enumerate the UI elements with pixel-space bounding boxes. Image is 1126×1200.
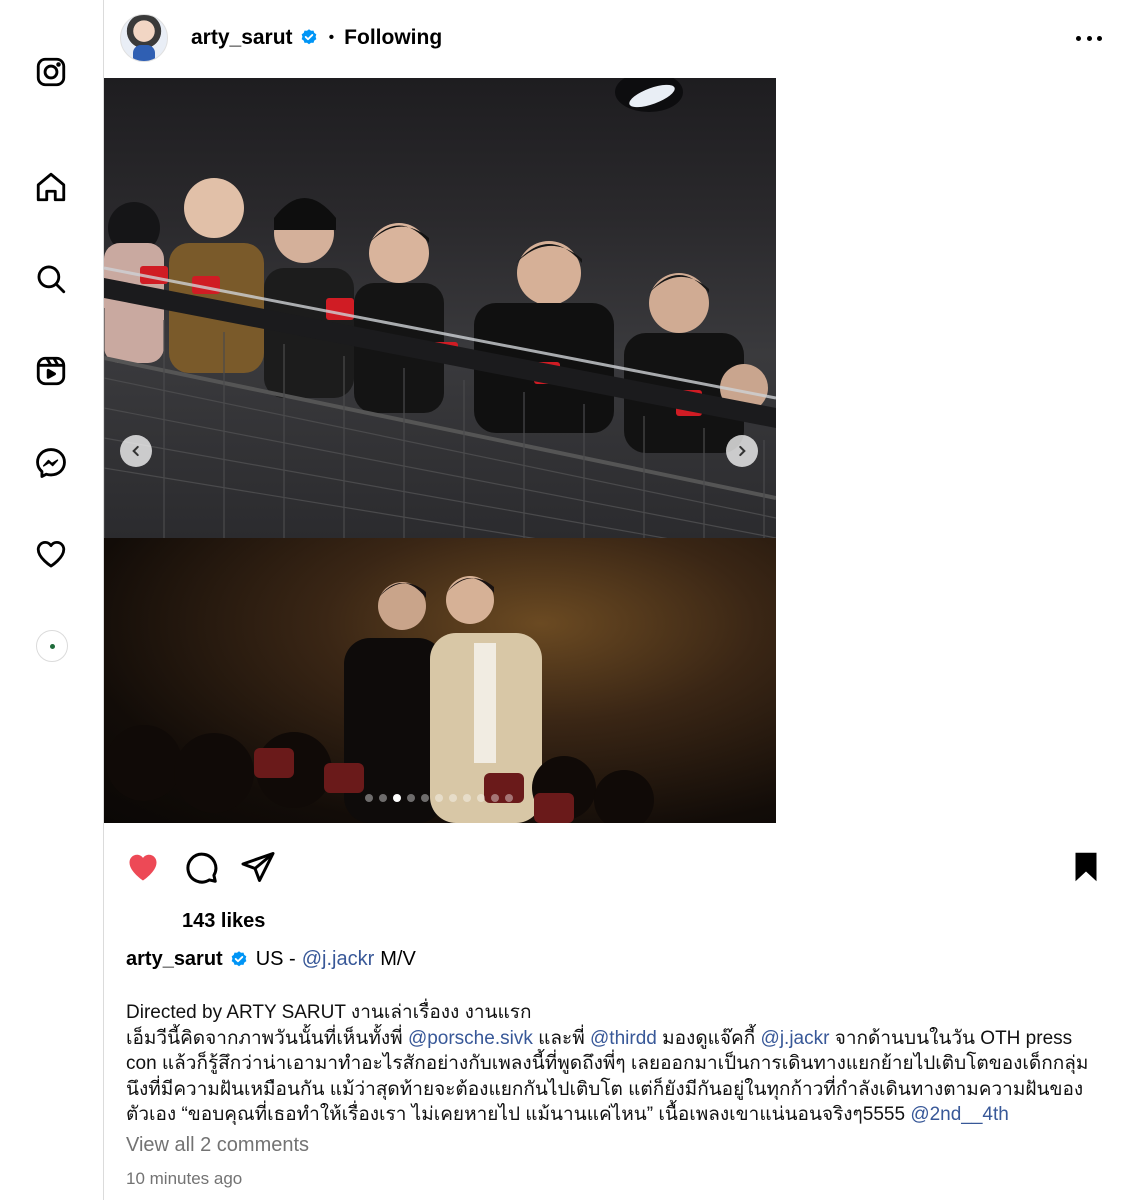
caption-verified-icon [229,950,249,970]
more-options-icon[interactable] [1076,26,1102,50]
caption-body: Directed by ARTY SARUT งานเล่าเรื่องง งา… [126,1000,1106,1128]
verified-icon [299,28,319,48]
mention-thirdd[interactable]: @thirdd [590,1028,657,1049]
carousel-dot [449,794,457,802]
mention-2nd4th[interactable]: @2nd__4th [910,1104,1009,1125]
profile-avatar-dot [49,643,55,649]
caption-header: arty_sarut US - @j.jackr M/V [126,948,416,971]
carousel-prev-button[interactable] [120,435,152,467]
caption-body-line1: Directed by ARTY SARUT งานเล่าเรื่องง งา… [126,1002,532,1023]
caption-username[interactable]: arty_sarut [126,948,223,971]
instagram-icon[interactable] [33,54,69,90]
carousel-dot [435,794,443,802]
post-timestamp: 10 minutes ago [126,1169,243,1188]
carousel-next-button[interactable] [726,435,758,467]
carousel-dot [421,794,429,802]
share-icon[interactable] [239,848,277,886]
caption-body-paragraph: เอ็มวีนี้คิดจากภาพวันนั้นที่เห็นทั้งพี่ … [126,1026,1106,1128]
sidebar [0,0,104,1200]
post-media-carousel[interactable] [104,78,776,823]
carousel-dot [407,794,415,802]
caption-text: และพี่ [532,1027,591,1049]
caption-suffix: M/V [380,948,416,970]
home-icon[interactable] [33,169,69,205]
caption-text: เอ็มวีนี้คิดจากภาพวันนั้นที่เห็นทั้งพี่ [126,1027,408,1049]
carousel-dot [505,794,513,802]
post-action-bar [124,848,1104,888]
mention-porsche[interactable]: @porsche.sivk [408,1028,533,1049]
like-heart-icon[interactable] [124,848,162,886]
header-separator: • [328,29,335,46]
author-username[interactable]: arty_sarut [191,26,293,50]
reels-icon[interactable] [33,353,69,389]
carousel-dot [491,794,499,802]
likes-count[interactable]: 143 likes [182,910,265,933]
following-button[interactable]: Following [344,26,442,50]
carousel-dot [393,794,401,802]
caption-mention[interactable]: @j.jackr [302,948,375,971]
bookmark-icon[interactable] [1067,848,1105,886]
heart-icon[interactable] [33,536,69,572]
caption-prefix: US - [255,948,296,970]
post-photo-balcony [104,78,776,579]
post-header: arty_sarut • Following [120,14,1110,62]
profile-avatar[interactable] [36,630,68,662]
comment-icon[interactable] [182,848,220,886]
caption-text: มองดูแจ๊คกี้ [656,1027,761,1049]
post-photo-cinema [104,538,776,823]
carousel-dot [463,794,471,802]
search-icon[interactable] [33,261,69,297]
view-all-comments-link[interactable]: View all 2 comments [126,1134,309,1157]
carousel-dot [477,794,485,802]
carousel-indicator [365,794,513,802]
carousel-dot [365,794,373,802]
author-avatar[interactable] [120,14,168,62]
carousel-dot [379,794,387,802]
mention-jackr[interactable]: @j.jackr [761,1028,830,1049]
messenger-icon[interactable] [33,445,69,481]
